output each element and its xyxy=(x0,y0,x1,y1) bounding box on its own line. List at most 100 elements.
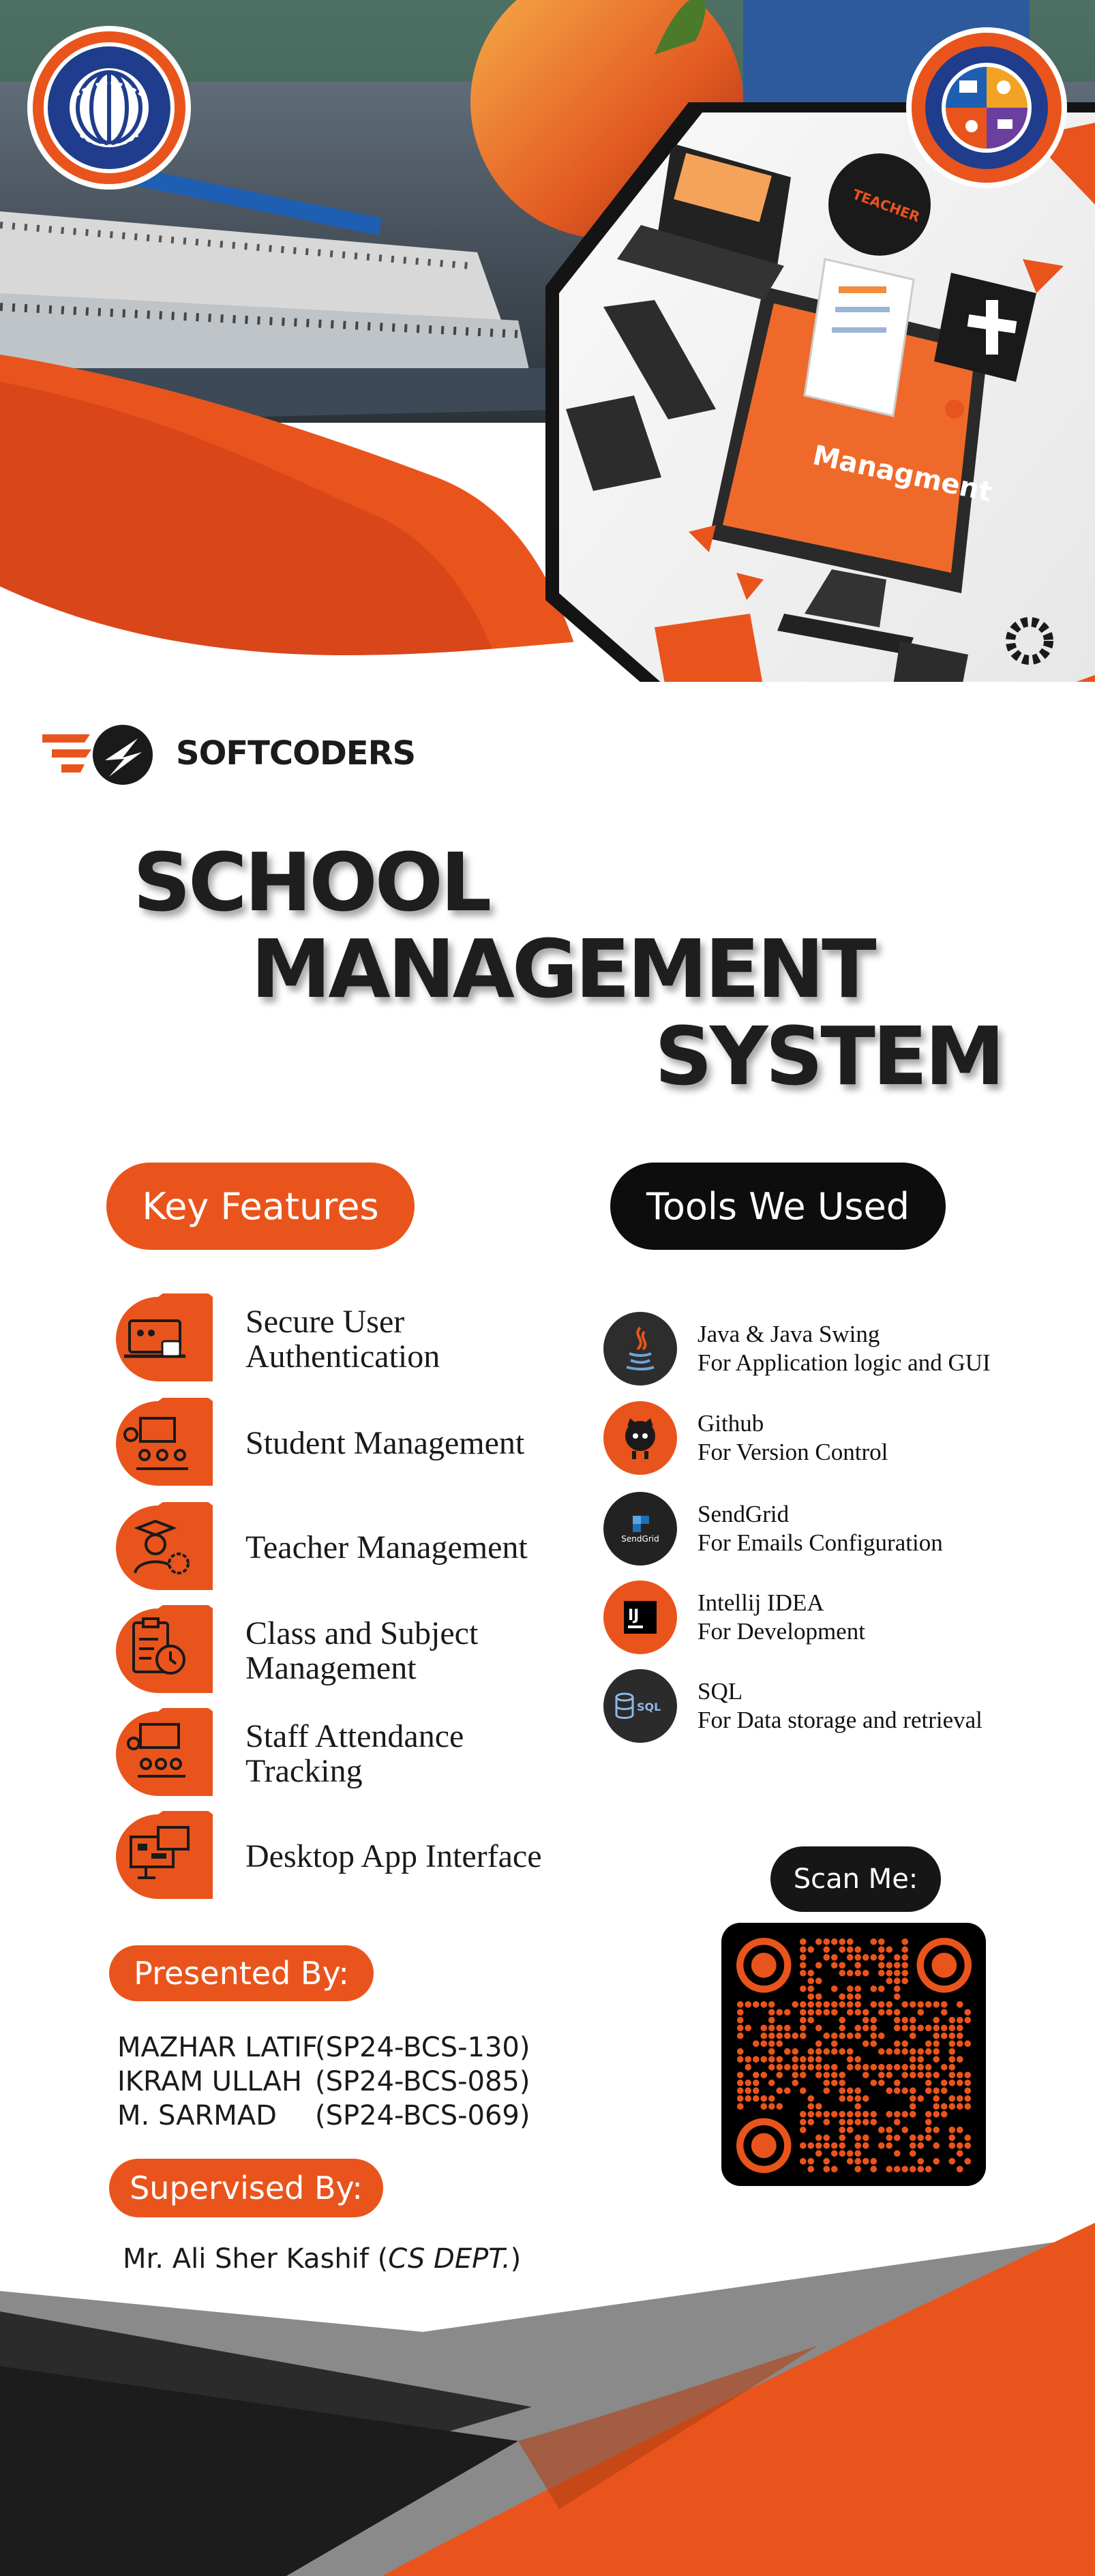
qr-module xyxy=(839,2032,846,2039)
qr-module xyxy=(830,2142,838,2149)
qr-module xyxy=(877,2079,885,2086)
qr-module xyxy=(839,2110,846,2118)
qr-module xyxy=(799,2087,807,2095)
qr-module xyxy=(877,2048,885,2055)
qr-module xyxy=(823,2118,830,2126)
qr-module xyxy=(830,1962,838,1969)
qr-module xyxy=(917,2166,925,2173)
qr-module xyxy=(956,2126,963,2133)
qr-module xyxy=(854,2032,862,2039)
qr-module xyxy=(948,2134,956,2142)
qr-module xyxy=(886,2071,893,2079)
qr-module xyxy=(846,2087,854,2095)
qr-module xyxy=(862,2071,869,2079)
qr-module xyxy=(886,1962,893,1969)
qr-module xyxy=(870,2118,877,2126)
feature-item: Class and Subject Management xyxy=(110,1598,479,1697)
qr-module xyxy=(917,2157,925,2165)
qr-module xyxy=(846,1969,854,1977)
feature-label: Class and Subject Management xyxy=(245,1615,479,1686)
qr-module xyxy=(799,1985,807,1992)
feature-item: Teacher Management xyxy=(110,1495,528,1594)
qr-module xyxy=(870,2032,877,2039)
qr-module xyxy=(839,2087,846,2095)
qr-module xyxy=(830,2166,838,2173)
qr-module xyxy=(893,2040,901,2048)
qr-module xyxy=(933,2001,940,2008)
qr-module xyxy=(933,2126,940,2133)
qr-module xyxy=(909,2056,916,2063)
qr-module xyxy=(823,2079,830,2086)
qr-module xyxy=(964,2157,972,2165)
qr-module xyxy=(815,2056,822,2063)
qr-module xyxy=(925,2001,932,2008)
qr-module xyxy=(909,2001,916,2008)
qr-module xyxy=(940,2024,948,2032)
qr-module xyxy=(839,1938,846,1945)
qr-module xyxy=(846,2150,854,2157)
qr-module xyxy=(846,2009,854,2016)
qr-module xyxy=(839,2142,846,2149)
qr-module xyxy=(925,2079,932,2086)
qr-module xyxy=(768,2056,775,2063)
presenter-reg: (SP24-BCS-130) xyxy=(315,2032,530,2063)
qr-module xyxy=(839,1969,846,1977)
presenter-reg: (SP24-BCS-085) xyxy=(315,2066,530,2097)
qr-module xyxy=(933,2103,940,2110)
qr-module xyxy=(948,2157,956,2165)
feature-label: Teacher Management xyxy=(245,1529,528,1566)
qr-module xyxy=(854,2150,862,2157)
qr-module xyxy=(854,2087,862,2095)
qr-module xyxy=(799,2126,807,2133)
qr-module xyxy=(830,2048,838,2055)
qr-module xyxy=(846,1938,854,1945)
qr-module xyxy=(870,2001,877,2008)
qr-module xyxy=(877,1953,885,1961)
qr-module xyxy=(815,1977,822,1985)
qr-module xyxy=(799,1938,807,1945)
qr-module xyxy=(776,2103,783,2110)
qr-module xyxy=(886,1946,893,1953)
qr-module xyxy=(909,2048,916,2055)
qr-module xyxy=(925,2087,932,2095)
desktop-app-icon xyxy=(110,1804,228,1903)
qr-module xyxy=(823,2087,830,2095)
qr-module xyxy=(909,2110,916,2118)
presenter-name: IKRAM ULLAH xyxy=(117,2066,302,2097)
qr-module xyxy=(956,2079,963,2086)
qr-module xyxy=(901,2071,909,2079)
bottom-decoration xyxy=(0,2223,1095,2576)
qr-module xyxy=(745,2001,752,2008)
qr-module xyxy=(886,2063,893,2071)
qr-module xyxy=(815,2063,822,2071)
qr-module xyxy=(956,2001,963,2008)
qr-module xyxy=(736,2103,744,2110)
qr-module xyxy=(854,2009,862,2016)
qr-module xyxy=(901,2040,909,2048)
qr-module xyxy=(964,2016,972,2024)
qr-code[interactable] xyxy=(721,1923,986,2186)
qr-module xyxy=(830,2009,838,2016)
qr-module xyxy=(799,2001,807,2008)
qr-module xyxy=(776,2009,783,2016)
qr-module xyxy=(792,2056,799,2063)
comsats-university-seal xyxy=(27,26,191,190)
tool-item: Github For Version Control xyxy=(603,1401,888,1475)
qr-module xyxy=(736,2079,744,2086)
qr-module xyxy=(948,2032,956,2039)
qr-module xyxy=(799,2110,807,2118)
qr-module xyxy=(917,2056,925,2063)
tool-item: IJ Intellij IDEA For Development xyxy=(603,1581,865,1654)
qr-module xyxy=(862,2110,869,2118)
qr-module xyxy=(792,2001,799,2008)
qr-module xyxy=(893,2087,901,2095)
intellij-badge: IJ xyxy=(628,1607,639,1624)
qr-module xyxy=(964,2009,972,2016)
qr-module xyxy=(839,2071,846,2079)
qr-module xyxy=(768,2001,775,2008)
qr-module xyxy=(768,2079,775,2086)
qr-module xyxy=(745,2063,752,2071)
qr-module xyxy=(956,2142,963,2149)
qr-module xyxy=(886,2048,893,2055)
qr-module xyxy=(917,2095,925,2102)
